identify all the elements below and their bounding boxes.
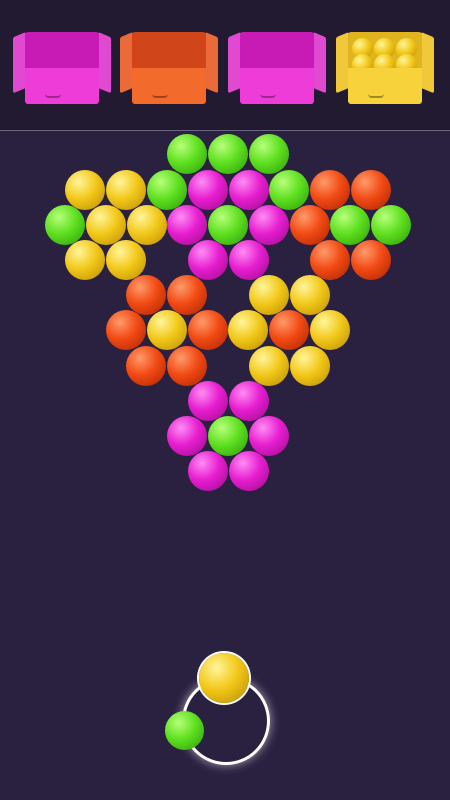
- box-flap-right: [205, 32, 218, 94]
- green-ball: [208, 205, 248, 245]
- orange-red-ball: [126, 346, 166, 386]
- magenta-box-2: [228, 30, 326, 104]
- orange-red-ball: [351, 240, 391, 280]
- orange-red-ball: [310, 170, 350, 210]
- yellow-ball: [86, 205, 126, 245]
- current-ball[interactable]: [199, 653, 249, 703]
- yellow-ball: [249, 275, 289, 315]
- orange-red-ball: [126, 275, 166, 315]
- yellow-ball: [65, 240, 105, 280]
- yellow-ball: [127, 205, 167, 245]
- magenta-ball: [229, 240, 269, 280]
- green-ball: [208, 134, 248, 174]
- orange-red-ball: [167, 346, 207, 386]
- magenta-ball: [188, 170, 228, 210]
- green-ball: [269, 170, 309, 210]
- yellow-ball: [65, 170, 105, 210]
- box-body: [132, 32, 206, 104]
- magenta-ball: [188, 240, 228, 280]
- magenta-ball: [188, 451, 228, 491]
- magenta-ball: [229, 381, 269, 421]
- green-ball: [147, 170, 187, 210]
- box-flap-right: [313, 32, 326, 94]
- yellow-ball: [290, 275, 330, 315]
- magenta-ball: [188, 381, 228, 421]
- box-body: [240, 32, 314, 104]
- magenta-ball: [167, 416, 207, 456]
- yellow-ball: [228, 310, 268, 350]
- orange-red-ball: [351, 170, 391, 210]
- orange-box: [120, 30, 218, 104]
- green-ball: [371, 205, 411, 245]
- magenta-ball: [167, 205, 207, 245]
- green-ball: [208, 416, 248, 456]
- magenta-ball: [249, 205, 289, 245]
- green-ball: [167, 134, 207, 174]
- orange-red-ball: [310, 240, 350, 280]
- orange-red-ball: [167, 275, 207, 315]
- box-shelf: [0, 0, 450, 131]
- box-flap-right: [421, 32, 434, 94]
- magenta-ball: [249, 416, 289, 456]
- magenta-ball: [229, 451, 269, 491]
- yellow-ball: [106, 170, 146, 210]
- yellow-ball: [147, 310, 187, 350]
- orange-red-ball: [106, 310, 146, 350]
- yellow-ball: [310, 310, 350, 350]
- magenta-ball: [229, 170, 269, 210]
- next-ball[interactable]: [165, 711, 204, 750]
- orange-red-ball: [269, 310, 309, 350]
- box-body: [25, 32, 99, 104]
- yellow-ball: [106, 240, 146, 280]
- yellow-ball: [290, 346, 330, 386]
- green-ball: [45, 205, 85, 245]
- yellow-box: [336, 30, 434, 104]
- orange-red-ball: [290, 205, 330, 245]
- magenta-box: [13, 30, 111, 104]
- box-body: [348, 32, 422, 104]
- box-flap-right: [98, 32, 111, 94]
- green-ball: [249, 134, 289, 174]
- green-ball: [330, 205, 370, 245]
- orange-red-ball: [188, 310, 228, 350]
- yellow-ball: [249, 346, 289, 386]
